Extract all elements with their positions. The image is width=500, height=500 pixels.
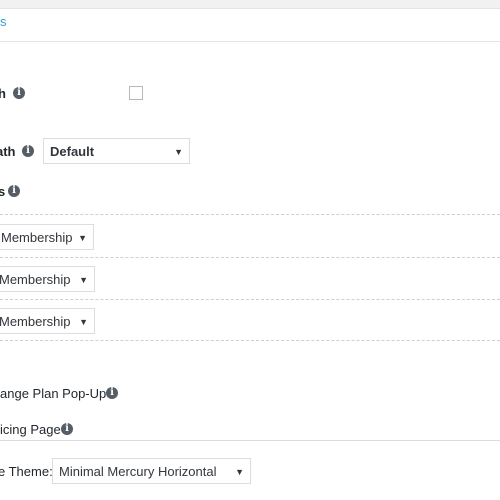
triangle-down-icon: ▼ [174, 147, 183, 157]
info-icon[interactable]: i [13, 87, 25, 99]
tab-label[interactable]: s [0, 14, 7, 29]
membership-select-1-value: Membership [1, 229, 73, 245]
default-select-value: Default [50, 143, 95, 159]
default-select[interactable]: Default ▼ [43, 138, 190, 164]
triangle-down-icon: ▼ [79, 275, 88, 285]
info-icon[interactable]: i [22, 145, 34, 157]
triangle-down-icon: ▼ [79, 317, 88, 327]
membership-select-2-value: Membership [0, 271, 71, 287]
triangle-down-icon: ▼ [235, 467, 244, 477]
membership-select-1[interactable]: Membership ▼ [0, 224, 94, 250]
triangle-down-icon: ▼ [78, 233, 87, 243]
theme-label: e Theme: [0, 464, 53, 479]
section-divider [0, 440, 500, 441]
membership-select-3-value: Membership [0, 313, 71, 329]
dashed-divider [0, 340, 500, 341]
tab-divider [0, 41, 500, 42]
theme-select-value: Minimal Mercury Horizontal [59, 463, 217, 479]
setting-checkbox[interactable] [129, 86, 143, 100]
membership-select-2[interactable]: Membership ▼ [0, 266, 95, 292]
top-bar [0, 0, 500, 9]
change-plan-label: ange Plan Pop-Up [0, 386, 107, 401]
info-icon[interactable]: i [8, 185, 20, 197]
dashed-divider [0, 257, 500, 258]
pricing-page-label: icing Page [0, 422, 61, 437]
setting-label-row1: h [0, 86, 6, 101]
theme-select[interactable]: Minimal Mercury Horizontal ▼ [52, 458, 251, 484]
setting-label-row3: s [0, 184, 6, 199]
setting-label-row2: ath [0, 144, 16, 159]
dashed-divider [0, 214, 500, 215]
dashed-divider [0, 299, 500, 300]
info-icon[interactable]: i [61, 423, 73, 435]
membership-select-3[interactable]: Membership ▼ [0, 308, 95, 334]
info-icon[interactable]: i [106, 387, 118, 399]
